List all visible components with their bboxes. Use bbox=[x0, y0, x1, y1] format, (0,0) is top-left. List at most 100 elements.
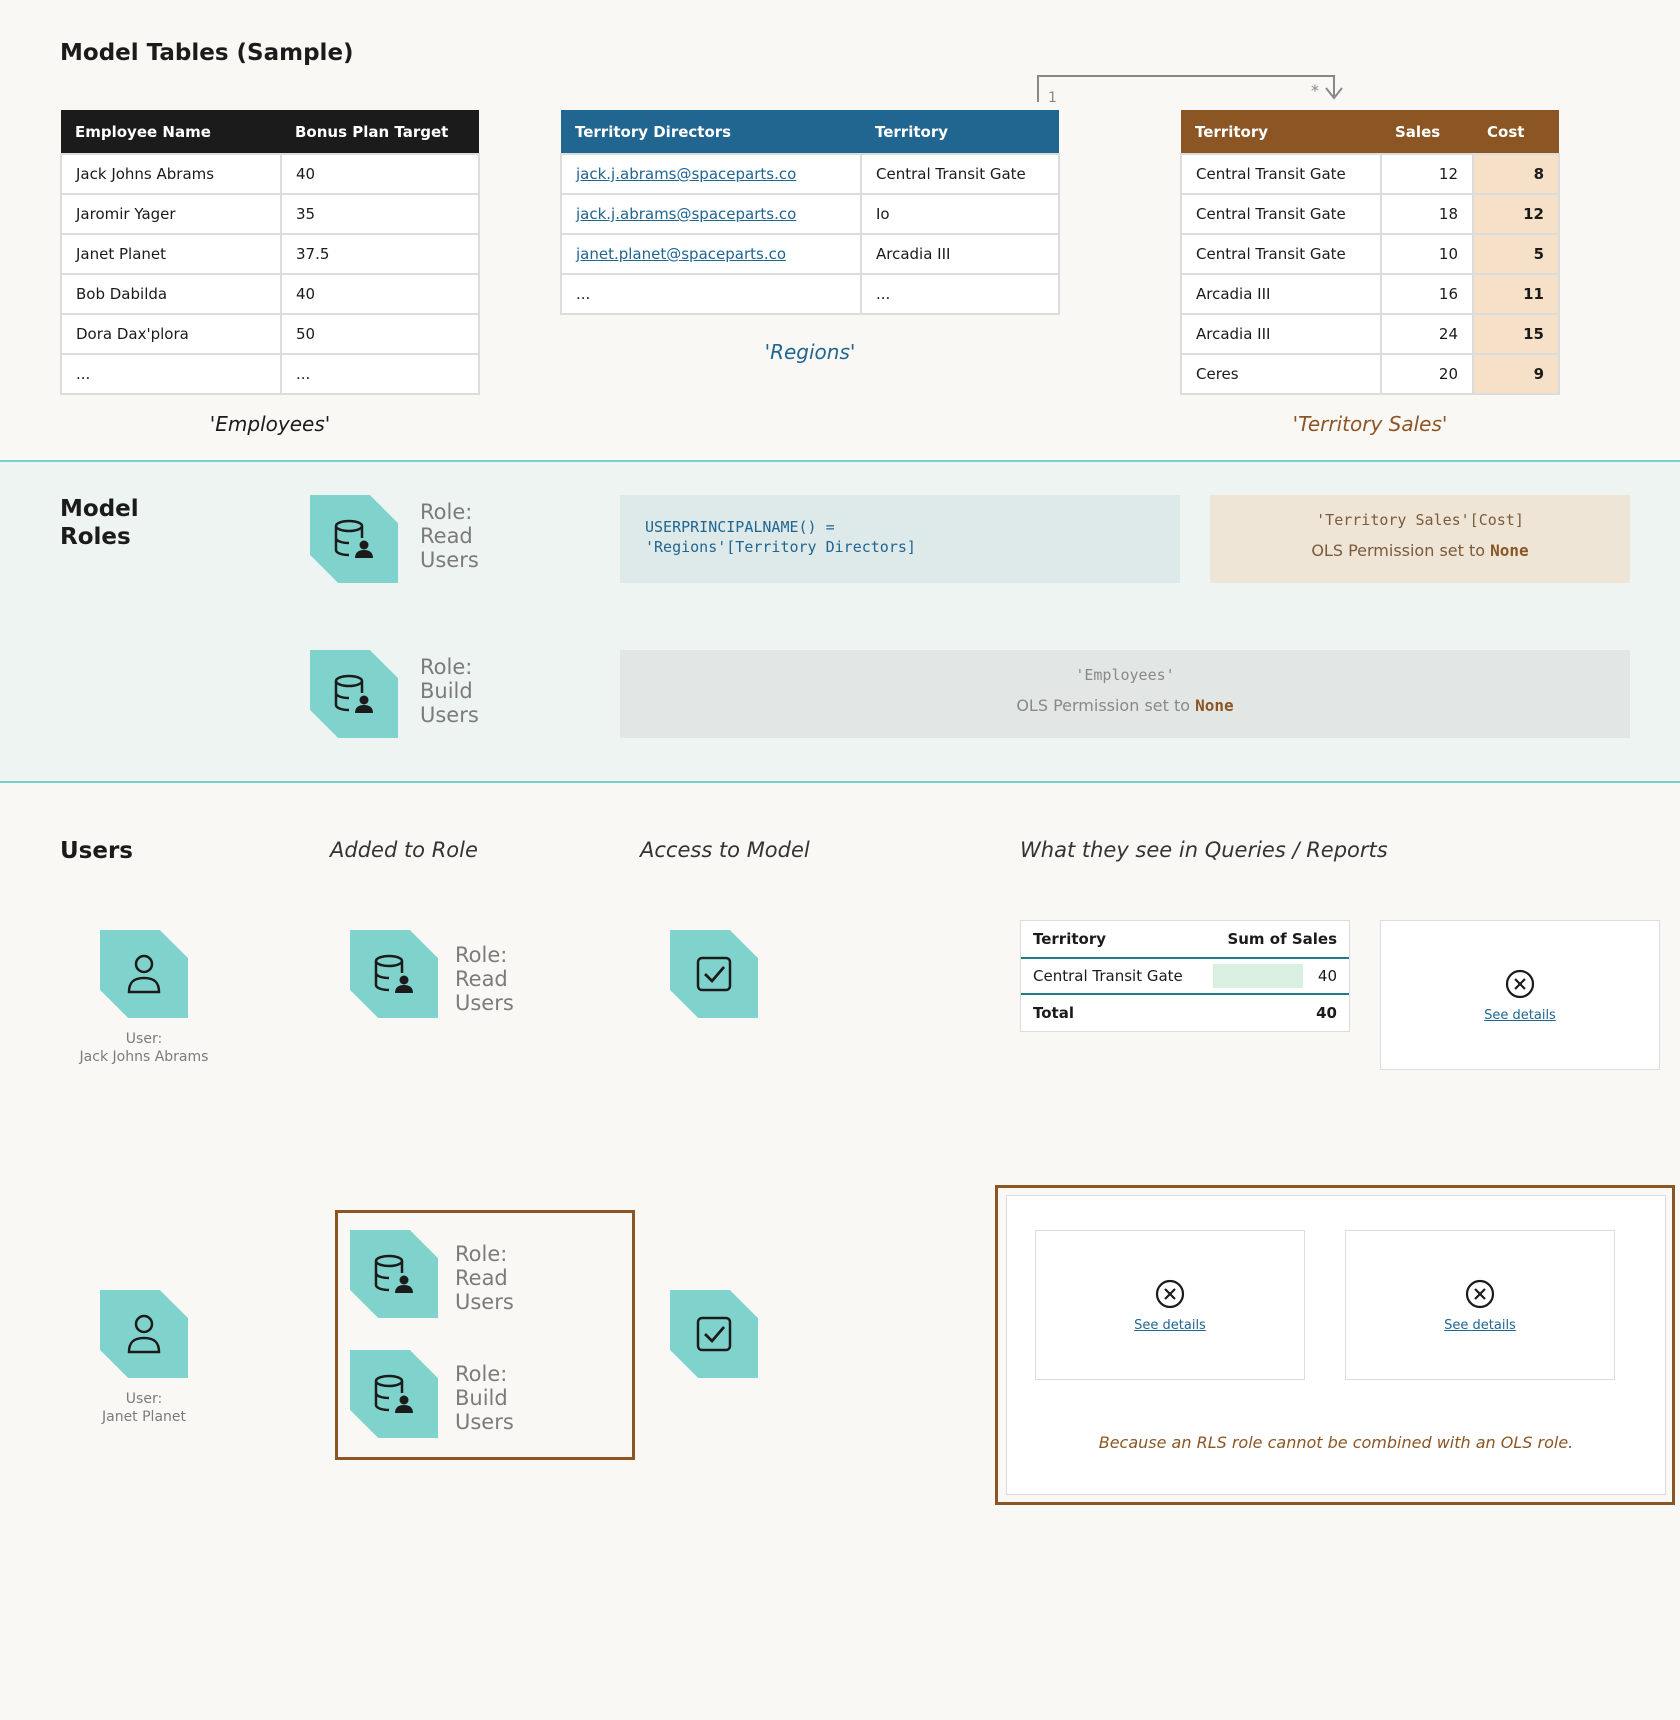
cell: Ceres bbox=[1180, 353, 1382, 395]
cell: Central Transit Gate bbox=[1180, 153, 1382, 195]
ols-cost-value: None bbox=[1490, 541, 1529, 560]
user-icon bbox=[127, 954, 161, 994]
rls-ols-note: Because an RLS role cannot be combined w… bbox=[1098, 1433, 1574, 1452]
table-row: Arcadia III 24 15 bbox=[1180, 313, 1560, 355]
ols-employees-box: 'Employees' OLS Permission set to None bbox=[620, 650, 1630, 738]
rls-expression-box: USERPRINCIPALNAME() = 'Regions'[Territor… bbox=[620, 495, 1180, 583]
relationship-many: * bbox=[1311, 81, 1319, 100]
cell: Jack Johns Abrams bbox=[60, 153, 282, 195]
cell: Arcadia III bbox=[1180, 313, 1382, 355]
ols-cost-box: 'Territory Sales'[Cost] OLS Permission s… bbox=[1210, 495, 1630, 583]
ols-employees-line: OLS Permission set to None bbox=[620, 696, 1630, 715]
table-row: Bob Dabilda 40 bbox=[60, 273, 480, 315]
user2-caption: User: Janet Planet bbox=[44, 1390, 244, 1426]
result-row-value: 40 bbox=[1317, 967, 1337, 985]
ts-header-sales: Sales bbox=[1381, 110, 1473, 154]
cell: 24 bbox=[1380, 313, 1474, 355]
user1-role-label: Role: Read Users bbox=[455, 943, 514, 1015]
email-link[interactable]: jack.j.abrams@spaceparts.co bbox=[560, 153, 862, 195]
cell: Central Transit Gate bbox=[1180, 193, 1382, 235]
cell: 11 bbox=[1472, 273, 1560, 315]
result-row-territory: Central Transit Gate bbox=[1033, 967, 1183, 985]
result-header-territory: Territory bbox=[1033, 930, 1107, 948]
employees-caption: 'Employees' bbox=[209, 412, 331, 436]
cell: ... bbox=[280, 353, 480, 395]
cell: 40 bbox=[280, 153, 480, 195]
user2-caption-line1: User: bbox=[125, 1391, 163, 1407]
users-title: Users bbox=[60, 838, 133, 864]
cell: 9 bbox=[1472, 353, 1560, 395]
table-row: ...... bbox=[560, 273, 1060, 315]
database-user-icon bbox=[334, 674, 373, 713]
user2-error-card-2: See details bbox=[1345, 1230, 1615, 1380]
employees-header-bonus: Bonus Plan Target bbox=[281, 110, 479, 154]
result-total-label: Total bbox=[1033, 1004, 1074, 1022]
result-total-row: Total 40 bbox=[1021, 995, 1349, 1031]
cell: 10 bbox=[1380, 233, 1474, 275]
ols-cost-text: OLS Permission set to bbox=[1311, 541, 1486, 560]
cell: 50 bbox=[280, 313, 480, 355]
model-tables-title: Model Tables (Sample) bbox=[60, 40, 354, 66]
cell: 37.5 bbox=[280, 233, 480, 275]
user2-access-tile bbox=[670, 1290, 758, 1378]
cell: ... bbox=[560, 273, 862, 315]
model-roles-title: Model Roles bbox=[60, 496, 139, 550]
database-user-icon bbox=[374, 1374, 413, 1413]
see-details-link[interactable]: See details bbox=[1134, 1318, 1206, 1333]
table-row: Jaromir Yager 35 bbox=[60, 193, 480, 235]
user1-result-table: Territory Sum of Sales Central Transit G… bbox=[1020, 920, 1350, 1032]
regions-caption: 'Regions' bbox=[764, 340, 856, 364]
table-row: Jack Johns Abrams 40 bbox=[60, 153, 480, 195]
cell: Central Transit Gate bbox=[1180, 233, 1382, 275]
table-row: Central Transit Gate 18 12 bbox=[1180, 193, 1560, 235]
checkbox-checked-icon bbox=[696, 1316, 732, 1352]
table-row: Ceres 20 9 bbox=[1180, 353, 1560, 395]
email-link[interactable]: jack.j.abrams@spaceparts.co bbox=[560, 193, 862, 235]
database-user-icon bbox=[374, 954, 413, 993]
cell: 12 bbox=[1380, 153, 1474, 195]
cell: 35 bbox=[280, 193, 480, 235]
col-what-they-see: What they see in Queries / Reports bbox=[1020, 838, 1388, 862]
cell: ... bbox=[60, 353, 282, 395]
ols-employees-object: 'Employees' bbox=[1075, 666, 1175, 684]
table-row: Central Transit Gate 40 bbox=[1021, 959, 1349, 995]
cell: Jaromir Yager bbox=[60, 193, 282, 235]
user1-caption: User: Jack Johns Abrams bbox=[44, 1030, 244, 1066]
cell: 16 bbox=[1380, 273, 1474, 315]
result-table-header: Territory Sum of Sales bbox=[1021, 921, 1349, 959]
user1-name: Jack Johns Abrams bbox=[79, 1049, 209, 1065]
cell: Dora Dax'plora bbox=[60, 313, 282, 355]
user1-error-card: See details bbox=[1380, 920, 1660, 1070]
table-row: Janet Planet 37.5 bbox=[60, 233, 480, 275]
cell: 5 bbox=[1472, 233, 1560, 275]
data-bar-track bbox=[1213, 964, 1303, 988]
user1-tile bbox=[100, 930, 188, 1018]
employees-table: Employee Name Bonus Plan Target Jack Joh… bbox=[60, 110, 480, 395]
user2-read-role-label: Role: Read Users bbox=[455, 1242, 514, 1314]
user1-access-tile bbox=[670, 930, 758, 1018]
error-circle-icon bbox=[1505, 969, 1535, 998]
ols-employees-text: OLS Permission set to bbox=[1016, 696, 1191, 715]
checkbox-checked-icon bbox=[696, 956, 732, 992]
cell: Bob Dabilda bbox=[60, 273, 282, 315]
ols-employees-value: None bbox=[1195, 696, 1234, 715]
regions-header-directors: Territory Directors bbox=[561, 110, 861, 154]
table-row: jack.j.abrams@spaceparts.co Central Trans… bbox=[560, 153, 1060, 195]
relationship-connector: 1 * bbox=[1037, 75, 1343, 106]
cell: Arcadia III bbox=[860, 233, 1060, 275]
email-link[interactable]: janet.planet@spaceparts.co bbox=[560, 233, 862, 275]
table-row: jack.j.abrams@spaceparts.co Io bbox=[560, 193, 1060, 235]
col-access-to-model: Access to Model bbox=[640, 838, 810, 862]
user2-tile bbox=[100, 1290, 188, 1378]
relationship-line bbox=[1037, 75, 1335, 102]
see-details-link[interactable]: See details bbox=[1484, 1008, 1556, 1023]
user2-name: Janet Planet bbox=[101, 1409, 187, 1425]
cell: Central Transit Gate bbox=[860, 153, 1060, 195]
territory-sales-caption: 'Territory Sales' bbox=[1292, 412, 1448, 436]
error-circle-icon bbox=[1155, 1279, 1185, 1308]
user2-build-role-label: Role: Build Users bbox=[455, 1362, 514, 1434]
cell: Arcadia III bbox=[1180, 273, 1382, 315]
read-role-label: Role: Read Users bbox=[420, 500, 479, 572]
see-details-link[interactable]: See details bbox=[1444, 1318, 1516, 1333]
rls-expression-line-2: 'Regions'[Territory Directors] bbox=[645, 538, 916, 556]
